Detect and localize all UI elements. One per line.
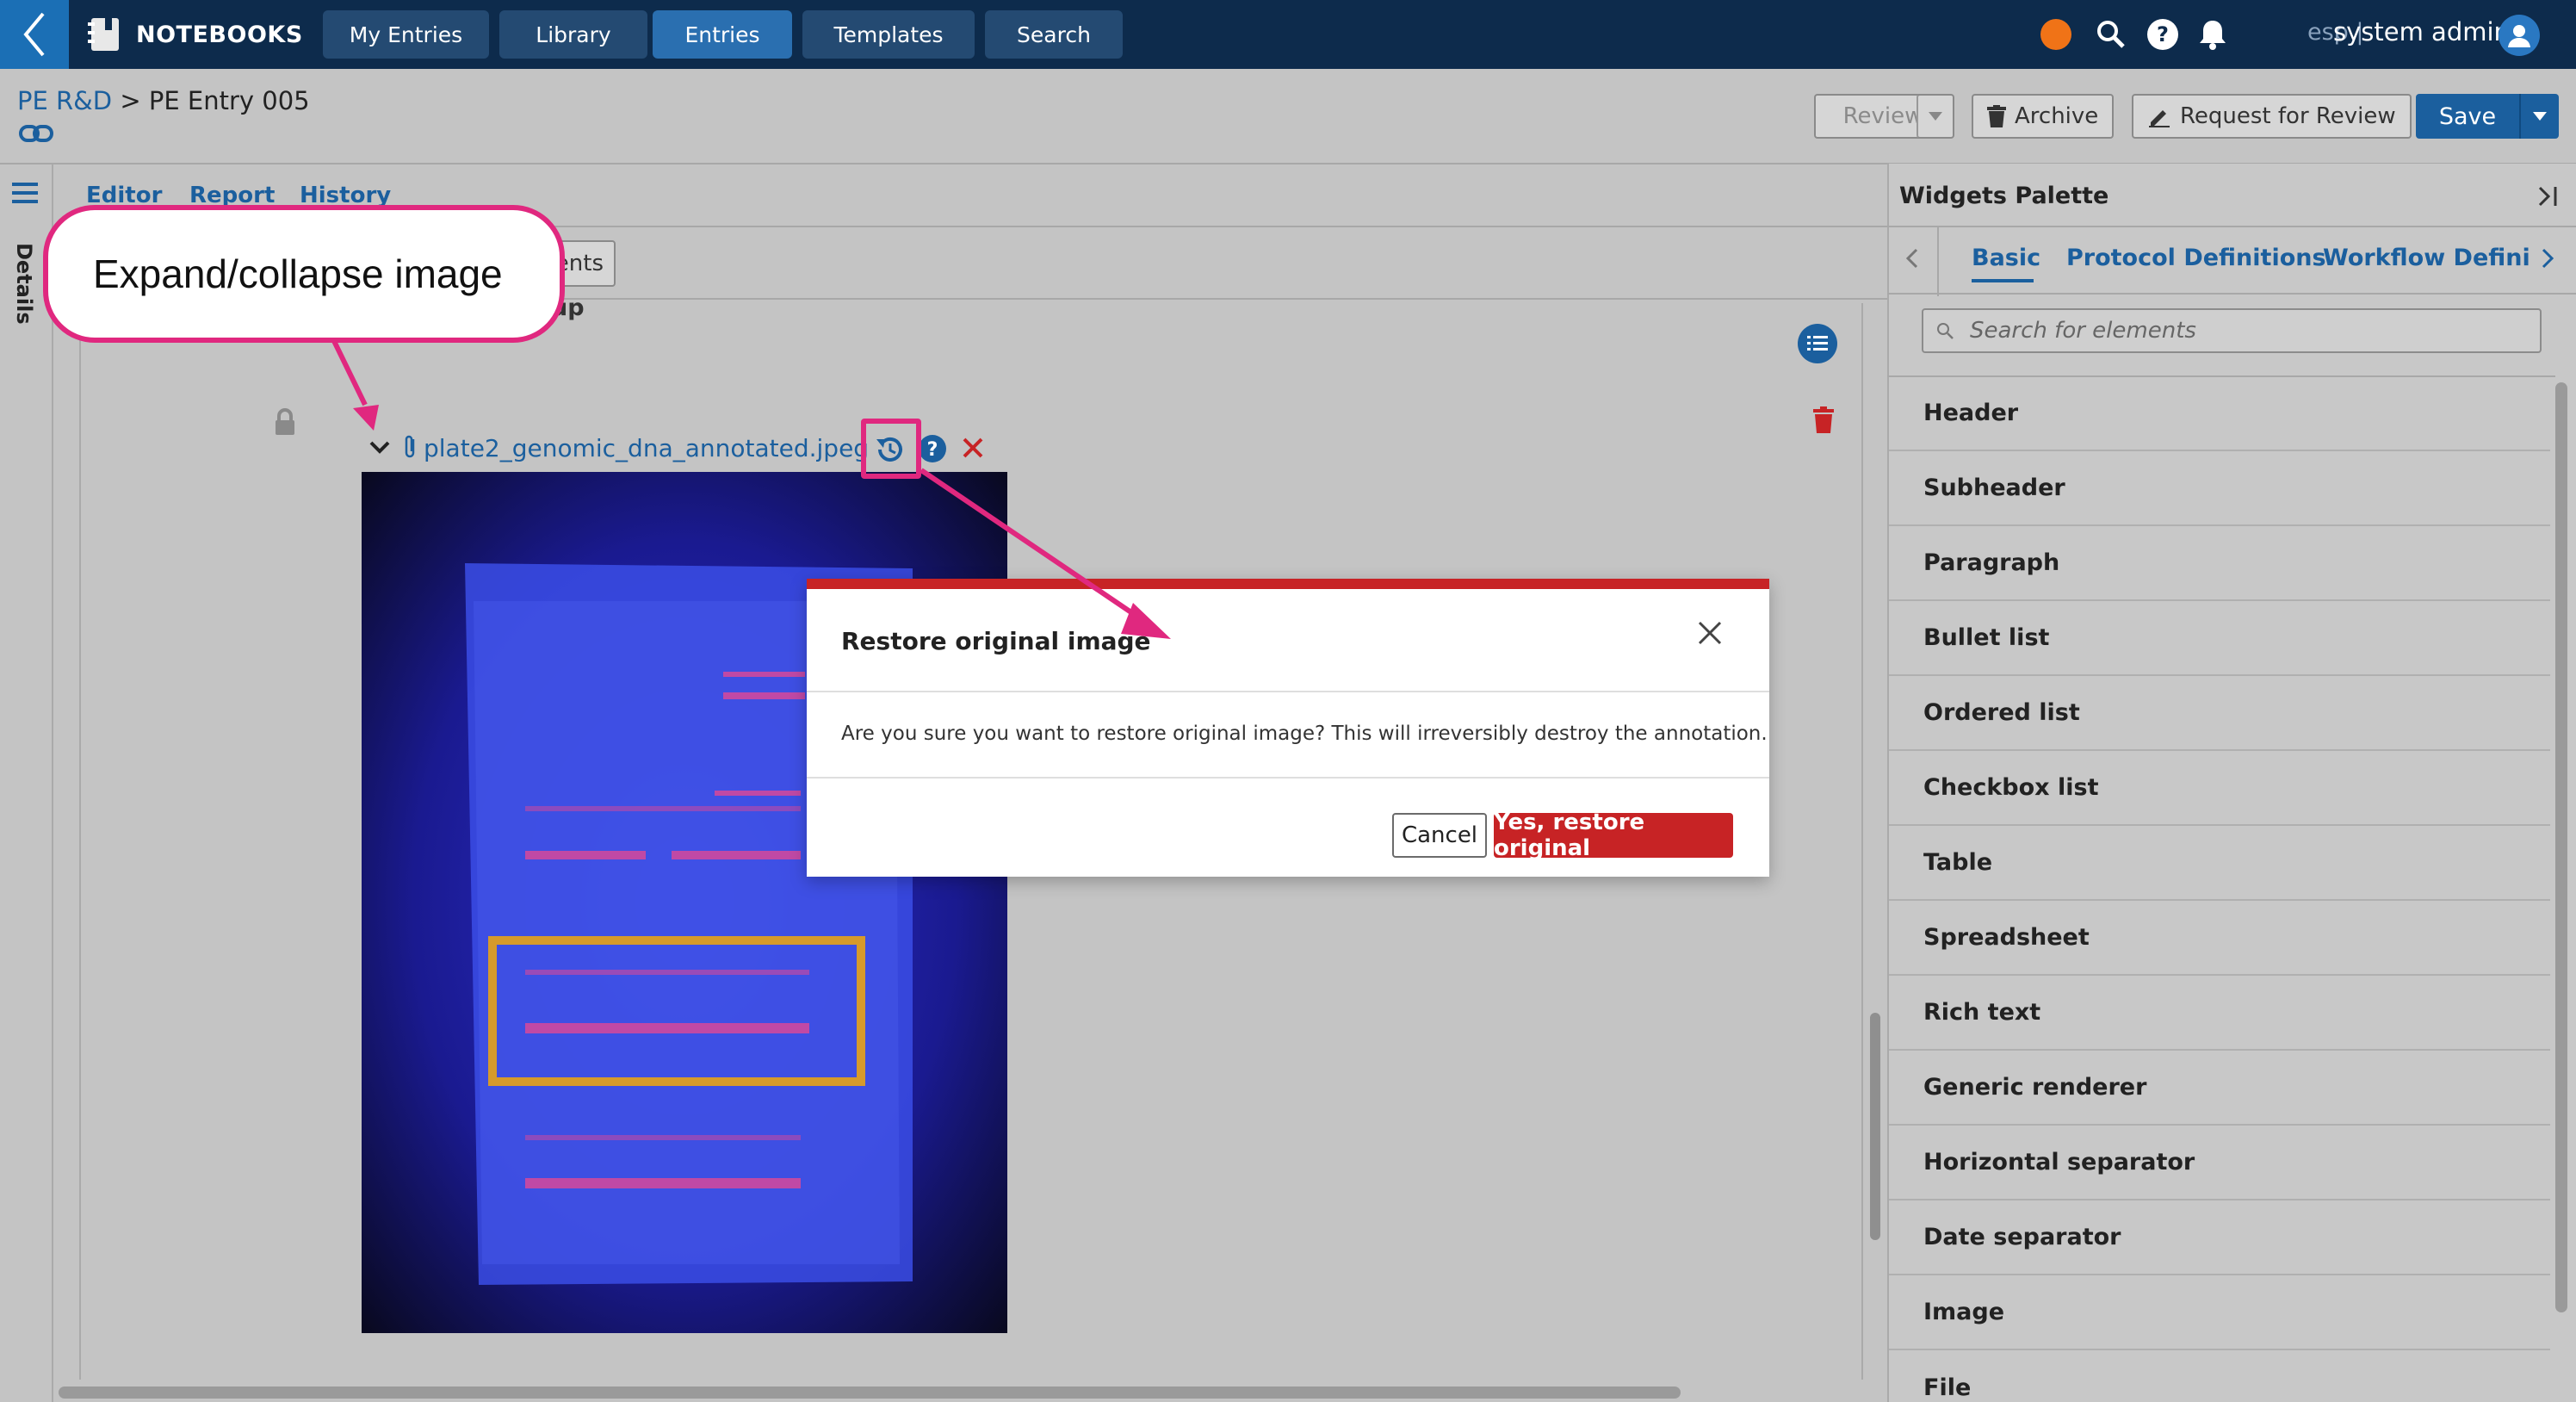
annotation-callout: Expand/collapse image (43, 205, 565, 343)
palette-tab-basic[interactable]: Basic (1972, 245, 2040, 271)
app-name: NOTEBOOKS (136, 21, 303, 48)
svg-text:?: ? (927, 439, 938, 461)
chevron-left-icon[interactable] (1904, 246, 1920, 270)
user-name[interactable]: system admin (2333, 17, 2510, 47)
paperclip-icon (405, 435, 415, 458)
palette-search-placeholder: Search for elements (1970, 318, 2196, 344)
active-tab-indicator (1972, 279, 2034, 282)
menu-icon[interactable] (12, 183, 38, 203)
top-bar: NOTEBOOKS My Entries Library Entries Tem… (0, 0, 2576, 69)
chevron-down-icon[interactable] (368, 439, 391, 455)
save-button-group: Save (2416, 94, 2559, 139)
save-dropdown-button[interactable] (2519, 94, 2559, 139)
dialog-title: Restore original image (841, 627, 1151, 655)
breadcrumb-parent-link[interactable]: PE R&D (17, 86, 112, 115)
details-rail (0, 164, 53, 1402)
help-circle-icon[interactable]: ? (918, 434, 947, 463)
svg-text:?: ? (2157, 22, 2169, 47)
palette-item-header[interactable]: Header (1889, 376, 2550, 451)
search-icon[interactable] (2094, 17, 2128, 52)
collapse-panel-icon[interactable] (2535, 184, 2561, 208)
app-brand[interactable]: NOTEBOOKS (86, 0, 303, 69)
request-review-label: Request for Review (2180, 103, 2396, 129)
nav-library[interactable]: Library (499, 10, 647, 59)
palette-title-divider (1887, 226, 2576, 227)
palette-item-ordered-list[interactable]: Ordered list (1889, 676, 2550, 751)
lock-icon[interactable] (274, 408, 296, 436)
close-x-icon[interactable] (961, 436, 985, 460)
save-button[interactable]: Save (2416, 103, 2519, 130)
bell-icon[interactable] (2195, 17, 2230, 52)
annotation-callout-text: Expand/collapse image (93, 251, 503, 296)
nav-my-entries[interactable]: My Entries (323, 10, 489, 59)
palette-item-date-separator[interactable]: Date separator (1889, 1200, 2550, 1275)
palette-item-file[interactable]: File (1889, 1350, 2550, 1402)
chevron-right-icon[interactable] (2540, 246, 2555, 270)
review-label: Review (1842, 103, 1923, 129)
palette-item-horizontal-separator[interactable]: Horizontal separator (1889, 1126, 2550, 1200)
palette-item-generic-renderer[interactable]: Generic renderer (1889, 1051, 2550, 1126)
trash-icon (1987, 105, 2006, 127)
palette-item-subheader[interactable]: Subheader (1889, 451, 2550, 526)
breadcrumb-current: PE Entry 005 (148, 86, 310, 115)
help-icon[interactable]: ? (2146, 17, 2180, 52)
restore-image-dialog: Restore original image Are you sure you … (807, 579, 1769, 877)
dialog-divider (807, 777, 1769, 779)
palette-tab-workflow-definitions[interactable]: Workflow Definitio (2323, 245, 2530, 271)
notebook-icon (88, 18, 119, 51)
archive-button[interactable]: Archive (1972, 94, 2115, 139)
link-icon[interactable] (19, 123, 53, 144)
breadcrumb: PE R&D > PE Entry 005 (17, 86, 310, 115)
palette-search-input[interactable]: Search for elements (1922, 308, 2542, 353)
breadcrumb-separator: > (120, 86, 141, 115)
details-tab[interactable]: Details (12, 243, 36, 325)
search-icon (1937, 323, 1954, 339)
palette-scrollbar[interactable] (2555, 382, 2567, 1312)
nav-entries[interactable]: Entries (653, 10, 792, 59)
palette-tab-protocol-definitions[interactable]: Protocol Definitions (2066, 245, 2326, 271)
palette-item-paragraph[interactable]: Paragraph (1889, 526, 2550, 601)
confirm-restore-button[interactable]: Yes, restore original (1494, 810, 1733, 861)
attached-file-link[interactable]: plate2_genomic_dna_annotated.jpeg (424, 434, 869, 462)
palette-tabs-divider (1887, 293, 2576, 295)
nav-templates[interactable]: Templates (802, 10, 975, 59)
palette-item-rich-text[interactable]: Rich text (1889, 976, 2550, 1051)
caret-down-icon (2533, 112, 2547, 121)
dialog-message: Are you sure you want to restore origina… (841, 723, 1768, 745)
editor-horizontal-scrollbar[interactable] (59, 1386, 1681, 1399)
nav-search[interactable]: Search (985, 10, 1123, 59)
close-icon[interactable] (1697, 620, 1723, 646)
caret-down-icon (1929, 112, 1942, 121)
archive-label: Archive (2015, 103, 2099, 129)
palette-title: Widgets Palette (1899, 183, 2109, 209)
palette-item-checkbox-list[interactable]: Checkbox list (1889, 751, 2550, 826)
chevron-left-icon (23, 12, 45, 57)
annotation-highlight-box (861, 419, 921, 479)
edit-sign-icon (2149, 110, 2170, 127)
cancel-button[interactable]: Cancel (1392, 813, 1487, 858)
editor-vertical-scrollbar[interactable] (1870, 1013, 1880, 1240)
request-review-button[interactable]: Request for Review (2132, 94, 2412, 139)
review-dropdown-button[interactable] (1917, 94, 1954, 139)
palette-item-image[interactable]: Image (1889, 1275, 2550, 1350)
status-indicator[interactable] (2040, 19, 2071, 50)
user-avatar-icon[interactable] (2499, 15, 2540, 56)
palette-item-table[interactable]: Table (1889, 826, 2550, 901)
delete-icon[interactable] (1813, 406, 1834, 434)
palette-item-spreadsheet[interactable]: Spreadsheet (1889, 901, 2550, 976)
back-button[interactable] (0, 0, 69, 69)
outline-list-icon[interactable] (1798, 324, 1837, 363)
palette-item-bullet-list[interactable]: Bullet list (1889, 601, 2550, 676)
palette-tab-divider (1937, 226, 1939, 296)
dialog-divider (807, 691, 1769, 692)
